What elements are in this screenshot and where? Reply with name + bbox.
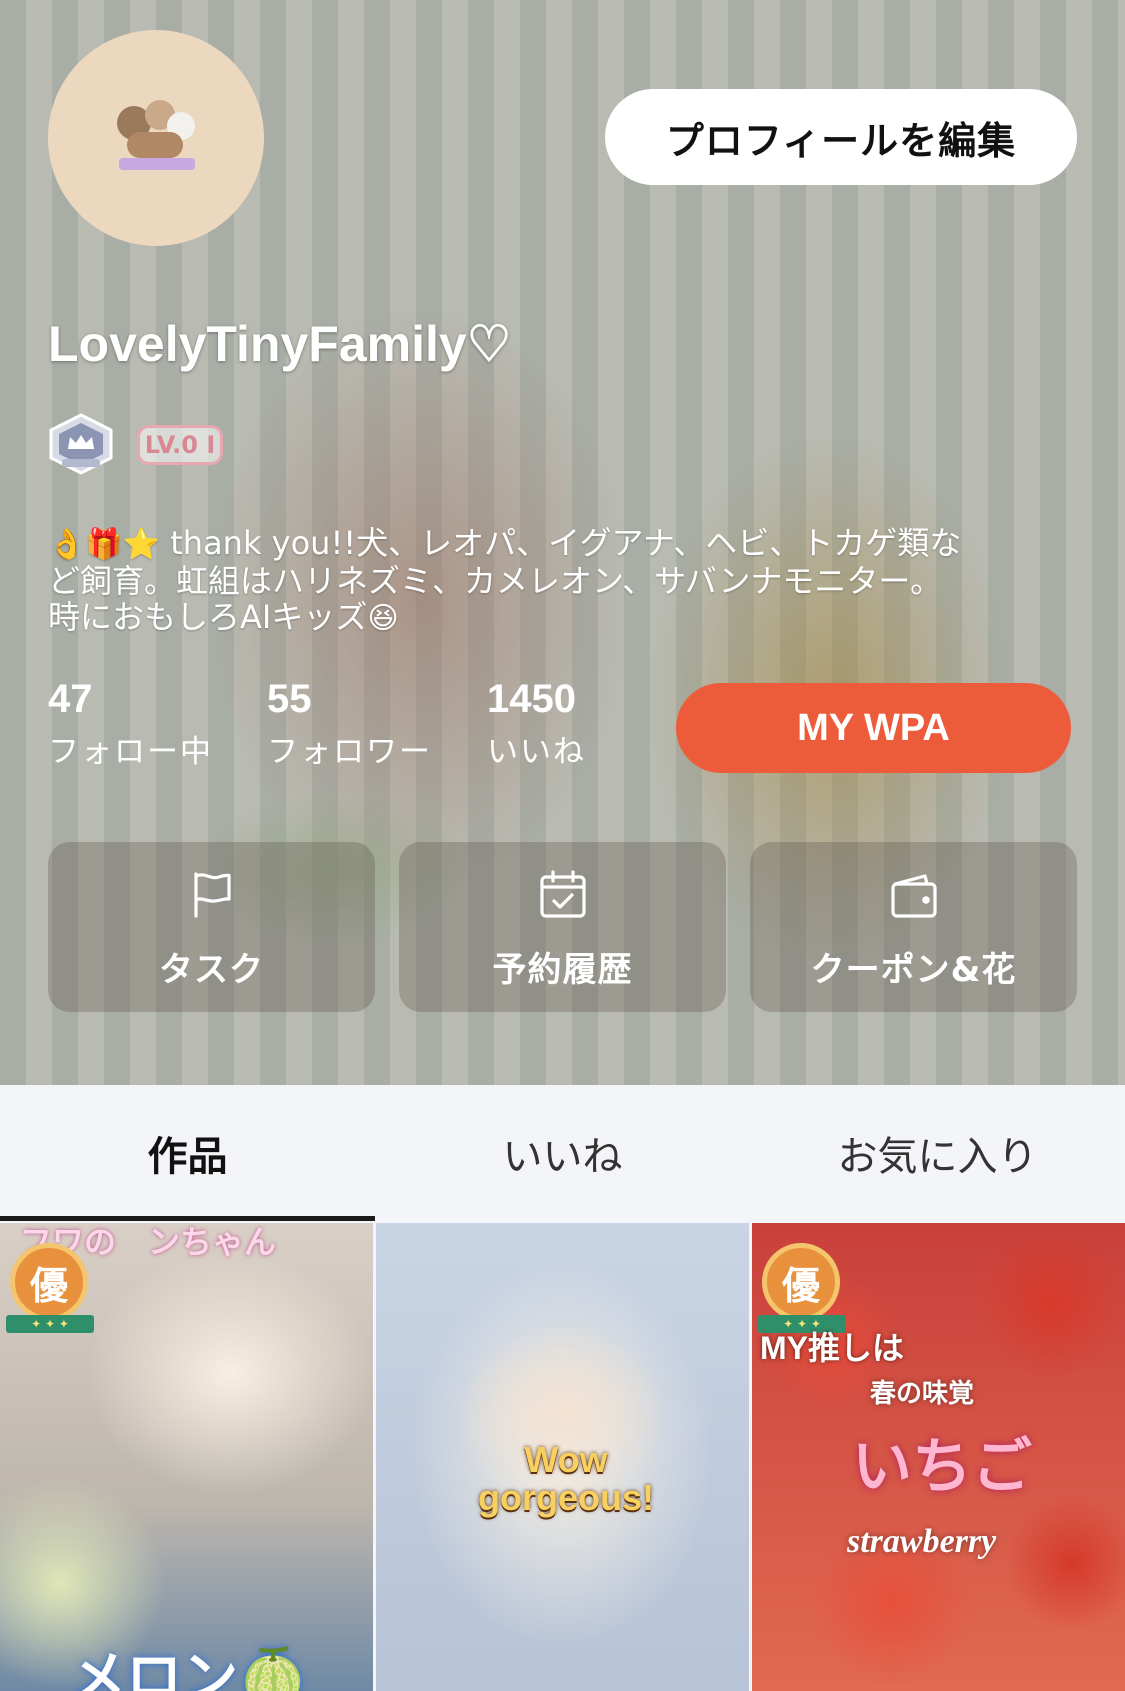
post-grid: フワの ンちゃん 優 ✦ ✦ ✦ メロン🍈 Wow gorgeous! 優 ✦ … — [0, 1223, 1125, 1691]
avatar-image — [111, 98, 201, 178]
badge-ribbon: ✦ ✦ ✦ — [6, 1315, 94, 1333]
post-overlay-text: Wow gorgeous! — [456, 1441, 676, 1517]
task-label: タスク — [159, 950, 264, 990]
stat-value: 55 — [267, 677, 312, 721]
post-overlay-text: strawberry — [847, 1523, 997, 1560]
stat-following[interactable]: 47 フォロー中 — [48, 676, 213, 772]
bio-line-1: thank you!!犬、レオパ、イグアナ、ヘビ、トカゲ類な — [160, 524, 962, 562]
stat-label: フォロー中 — [48, 734, 213, 770]
level-badge: LV.0 I — [137, 425, 223, 465]
edit-profile-button[interactable]: プロフィールを編集 — [605, 89, 1077, 185]
coupon-flower-button[interactable]: クーポン&花 — [750, 842, 1077, 1012]
post-thumbnail[interactable]: 優 ✦ ✦ ✦ MY推しは 春の味覚 いちご strawberry — [752, 1223, 1125, 1691]
stat-value: 47 — [48, 677, 93, 721]
stat-label: いいね — [487, 734, 586, 770]
post-overlay-text: 春の味覚 — [870, 1379, 975, 1408]
profile-header: プロフィールを編集 LovelyTinyFamily♡ LV.0 I 👌🎁⭐ t… — [0, 0, 1125, 1085]
tab-works[interactable]: 作品 — [0, 1085, 375, 1221]
excellence-badge: 優 — [762, 1243, 840, 1321]
username: LovelyTinyFamily♡ — [48, 316, 512, 372]
post-overlay-text: メロン🍈 — [70, 1646, 308, 1691]
post-overlay-text: MY推しは — [760, 1330, 905, 1366]
wallet-icon — [890, 874, 937, 918]
overlay-line: gorgeous! — [478, 1477, 654, 1518]
rank-crown-icon — [49, 413, 113, 475]
coupon-flower-label: クーポン&花 — [810, 950, 1017, 990]
calendar-check-icon — [539, 870, 586, 918]
post-thumbnail[interactable]: フワの ンちゃん 優 ✦ ✦ ✦ メロン🍈 — [0, 1223, 373, 1691]
reservation-history-button[interactable]: 予約履歴 — [399, 842, 726, 1012]
stat-value: 1450 — [487, 677, 576, 721]
avatar[interactable] — [48, 30, 264, 246]
active-tab-indicator — [0, 1216, 375, 1221]
excellence-badge: 優 — [10, 1243, 88, 1321]
post-thumbnail[interactable]: Wow gorgeous! — [376, 1223, 749, 1691]
tab-likes[interactable]: いいね — [375, 1085, 750, 1221]
stat-likes[interactable]: 1450 いいね — [487, 676, 586, 772]
stat-label: フォロワー — [267, 734, 432, 770]
flag-icon — [193, 872, 231, 918]
stat-followers[interactable]: 55 フォロワー — [267, 676, 432, 772]
bio-laughing-emoji: 😆 — [367, 601, 399, 636]
bio-line-3: 時におもしろAIキッズ — [48, 598, 368, 636]
post-overlay-text: いちご — [852, 1433, 1032, 1500]
overlay-line: Wow — [524, 1439, 608, 1480]
tab-favorites[interactable]: お気に入り — [750, 1085, 1125, 1221]
task-button[interactable]: タスク — [48, 842, 375, 1012]
my-wpa-button[interactable]: MY WPA — [676, 683, 1071, 773]
reservation-history-label: 予約履歴 — [492, 950, 633, 990]
profile-bio: 👌🎁⭐ thank you!!犬、レオパ、イグアナ、ヘビ、トカゲ類な ど飼育。虹… — [48, 525, 1088, 637]
content-tabs: 作品 いいね お気に入り — [0, 1085, 1125, 1221]
bio-line-2: ど飼育。虹組はハリネズミ、カメレオン、サバンナモニター。 — [48, 562, 943, 600]
bio-emoji: 👌🎁⭐ — [48, 527, 161, 562]
